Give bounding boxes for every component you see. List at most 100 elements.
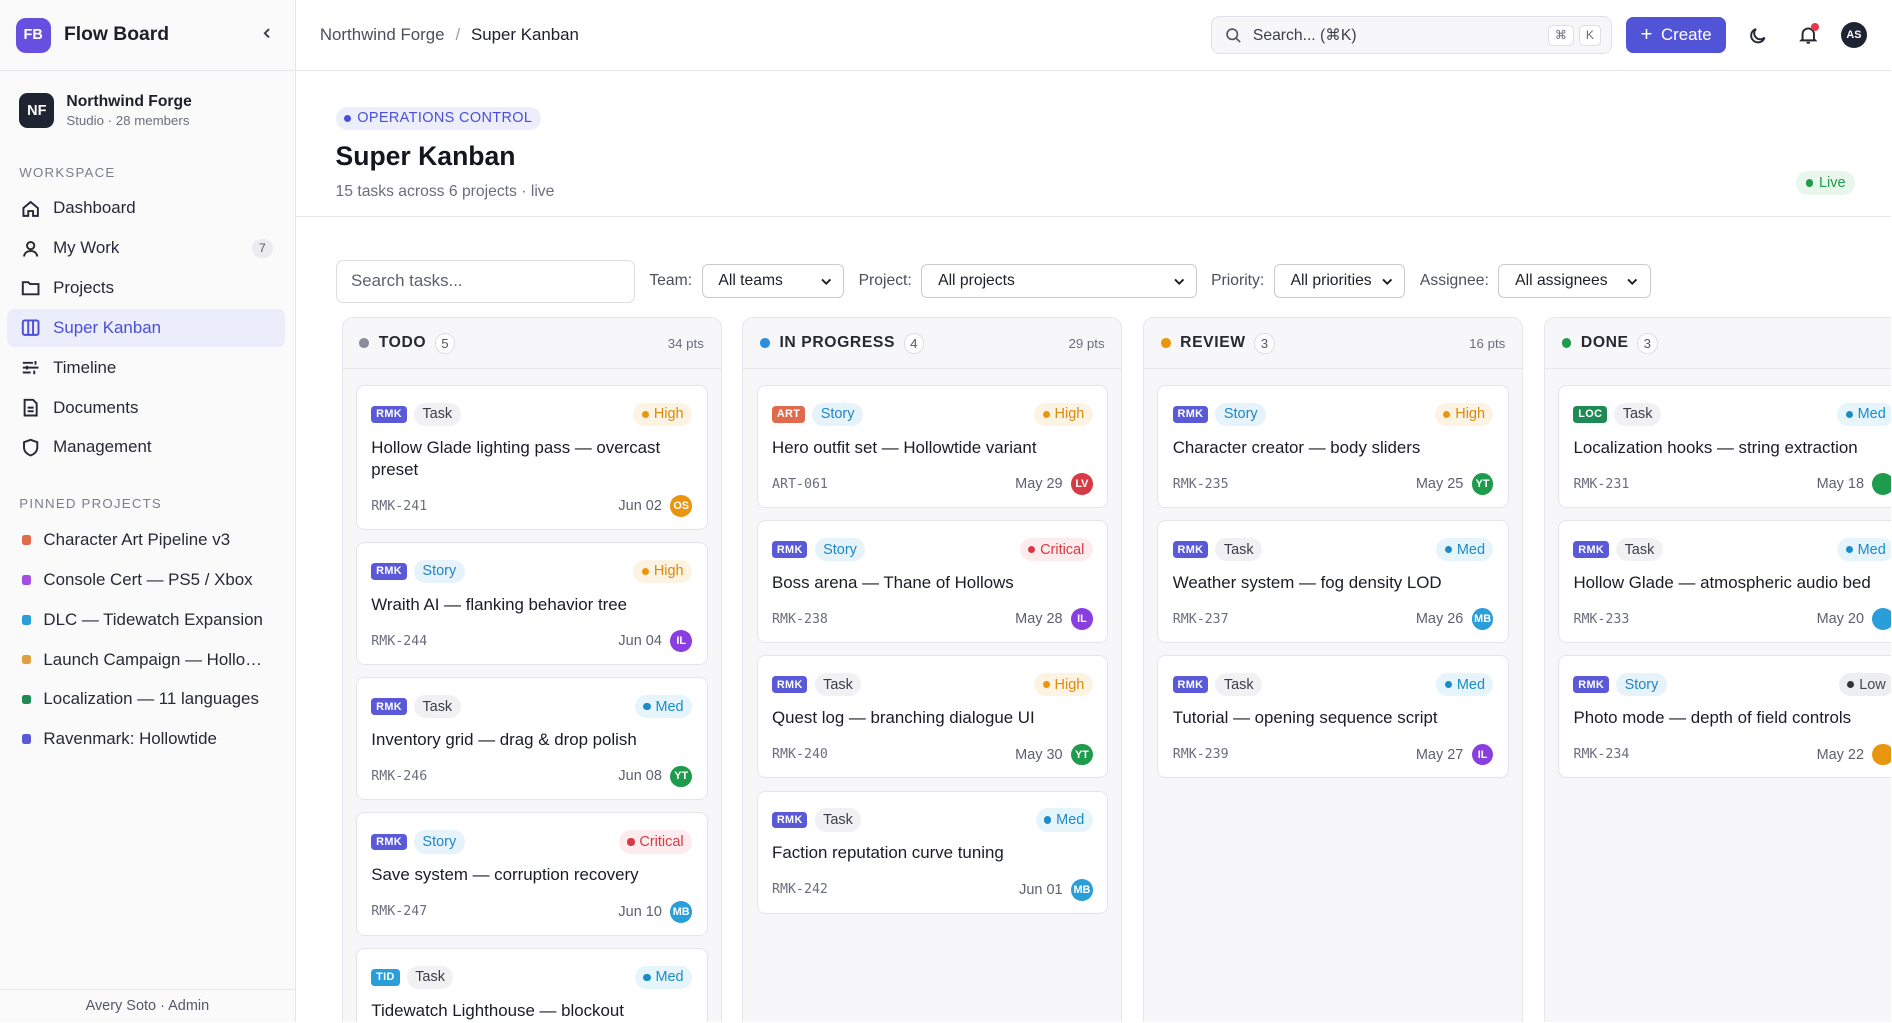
task-card[interactable]: RMK Task Med Tutorial — opening sequence sc… — [1157, 655, 1509, 779]
priority-dot — [641, 410, 650, 418]
column-cards: RMK Task High Hollow Glade lighting pass — … — [343, 369, 721, 1023]
user-avatar[interactable]: AS — [1840, 21, 1868, 49]
sidebar-item-projects[interactable]: Projects — [7, 269, 285, 308]
theme-toggle-button[interactable] — [1742, 18, 1776, 52]
kanban-column-in-progress: IN PROGRESS 4 29 pts ART Story High Hero outfi… — [742, 317, 1123, 1023]
priority-label: Med — [1857, 406, 1886, 423]
card-title: Localization hooks — string extraction — [1573, 437, 1858, 457]
project-key-tag: RMK — [371, 833, 407, 851]
create-button[interactable]: + Create — [1626, 17, 1727, 54]
task-type-tag: Story — [812, 402, 863, 426]
global-search[interactable]: Search... (⌘K) ⌘ K — [1210, 15, 1612, 55]
card-title: Wraith AI — flanking behavior tree — [371, 594, 628, 614]
column-title: REVIEW — [1180, 334, 1246, 352]
team-select[interactable]: All teams — [701, 264, 845, 299]
task-card[interactable]: RMK Story Critical Boss arena — Thane of Ho… — [756, 520, 1109, 644]
task-type-tag: Task — [413, 402, 461, 426]
chevron-left-icon[interactable] — [255, 25, 279, 46]
card-tags: RMK Task High — [772, 673, 1093, 697]
card-tags: LOC Task Med — [1573, 402, 1892, 426]
sidebar-item-label: Projects — [53, 278, 115, 298]
breadcrumb-org[interactable]: Northwind Forge — [320, 25, 445, 45]
card-tags: RMK Task Med — [1573, 537, 1892, 562]
kanban-icon — [19, 317, 41, 339]
sidebar-item-label: Management — [53, 437, 152, 457]
card-footer: RMK-239 May 27 IL — [1173, 743, 1494, 766]
org-switcher[interactable]: NF Northwind Forge Studio · 28 members — [0, 71, 295, 140]
sidebar-item-super-kanban[interactable]: Super Kanban — [7, 308, 286, 348]
section-eyebrow: OPERATIONS CONTROL — [335, 106, 541, 130]
sidebar-item-documents[interactable]: Documents — [7, 388, 285, 427]
card-footer: RMK-246 Jun 08 YT — [371, 765, 693, 788]
filter-bar: Search tasks... Team: All teams Project:… — [296, 217, 1892, 315]
task-card[interactable]: RMK Story High Wraith AI — flanking behavio… — [355, 541, 708, 666]
task-card[interactable]: RMK Task Med Hollow Glade — atmospheric aud… — [1557, 520, 1892, 644]
sidebar-header: FB Flow Board — [0, 0, 295, 72]
task-card[interactable]: RMK Story Low Photo mode — depth of field c… — [1557, 655, 1892, 779]
priority-select[interactable]: All priorities — [1273, 264, 1406, 299]
due-date: Jun 10 — [618, 903, 662, 920]
column-header: DONE 3 — [1544, 318, 1892, 370]
task-search-input[interactable]: Search tasks... — [335, 259, 635, 303]
assignee-select[interactable]: All assignees — [1498, 264, 1651, 299]
task-card[interactable]: RMK Task Med Inventory grid — drag & drop p… — [355, 677, 708, 801]
sidebar-item-my-work[interactable]: My Work 7 — [7, 229, 285, 268]
pinned-project-item[interactable]: Character Art Pipeline v3 — [0, 520, 295, 560]
task-card[interactable]: RMK Story High Character creator — body sli… — [1157, 384, 1509, 508]
task-card[interactable]: LOC Task Med Localization hooks — string ex… — [1557, 384, 1892, 508]
project-color-dot — [21, 694, 32, 705]
project-color-dot — [21, 535, 32, 545]
task-card[interactable]: RMK Task High Hollow Glade lighting pass — … — [355, 384, 708, 530]
task-card[interactable]: ART Story High Hero outfit set — Hollowtide… — [756, 384, 1109, 508]
sidebar-item-timeline[interactable]: Timeline — [7, 348, 285, 387]
pinned-project-item[interactable]: Console Cert — PS5 / Xbox — [0, 560, 295, 600]
card-title: Photo mode — depth of field controls — [1573, 708, 1852, 728]
live-status-badge: Live — [1796, 171, 1856, 195]
pinned-project-item[interactable]: Launch Campaign — Hollowtide — [0, 640, 295, 680]
priority-badge: High — [1434, 402, 1494, 426]
column-title: DONE — [1580, 334, 1629, 352]
task-card[interactable]: RMK Task Med Weather system — fog density L… — [1157, 520, 1509, 644]
task-id: RMK-237 — [1172, 611, 1229, 627]
column-count-badge: 4 — [903, 333, 925, 354]
page-subtitle: 15 tasks across 6 projects · live — [335, 182, 555, 200]
team-select-value: All teams — [718, 272, 783, 290]
project-key-tag: LOC — [1573, 405, 1608, 423]
card-footer: RMK-231 May 18 — [1573, 473, 1892, 495]
card-title: Hollow Glade — atmospheric audio bed — [1573, 573, 1871, 592]
column-points: 34 pts — [667, 335, 704, 351]
project-key-tag: RMK — [371, 405, 407, 423]
priority-dot — [1443, 410, 1451, 418]
sidebar-item-management[interactable]: Management — [7, 428, 285, 467]
due-date: May 22 — [1816, 746, 1865, 763]
priority-dot — [641, 567, 650, 576]
notifications-button[interactable] — [1791, 18, 1825, 52]
task-type-tag: Task — [1614, 402, 1661, 426]
pinned-project-item[interactable]: Ravenmark: Hollowtide — [0, 719, 295, 759]
pinned-project-item[interactable]: DLC — Tidewatch Expansion — [0, 600, 295, 640]
task-card[interactable]: RMK Story Critical Save system — corruption… — [355, 812, 708, 936]
task-card[interactable]: TID Task Med Tidewatch Lighthouse — blockou… — [355, 947, 708, 1023]
sidebar-footer-user[interactable]: Avery Soto · Admin — [0, 988, 295, 1023]
assignee-avatar: YT — [1471, 473, 1494, 495]
project-select[interactable]: All projects — [921, 264, 1197, 299]
task-id: RMK-246 — [371, 768, 428, 784]
due-date: May 25 — [1415, 476, 1464, 493]
page-title: Super Kanban — [335, 140, 516, 171]
task-type-tag: Story — [413, 559, 465, 584]
project-color-dot — [21, 575, 32, 585]
column-status-dot — [1561, 338, 1572, 349]
assignee-avatar: OS — [670, 495, 693, 517]
task-card[interactable]: RMK Task Med Faction reputation curve tunin… — [756, 790, 1109, 914]
sidebar-item-dashboard[interactable]: Dashboard — [7, 189, 285, 228]
priority-dot — [1028, 545, 1036, 554]
task-id: RMK-231 — [1573, 476, 1630, 492]
task-card[interactable]: RMK Task High Quest log — branching dialogu… — [756, 655, 1109, 779]
task-type-tag: Task — [406, 965, 454, 989]
card-footer: RMK-247 Jun 10 MB — [371, 900, 693, 923]
project-key-tag: RMK — [1573, 676, 1609, 694]
column-cards: RMK Story High Character creator — body sli… — [1144, 369, 1522, 779]
pinned-project-item[interactable]: Localization — 11 languages — [0, 680, 295, 720]
folder-icon — [19, 277, 41, 299]
pinned-project-label: Localization — 11 languages — [43, 689, 259, 709]
